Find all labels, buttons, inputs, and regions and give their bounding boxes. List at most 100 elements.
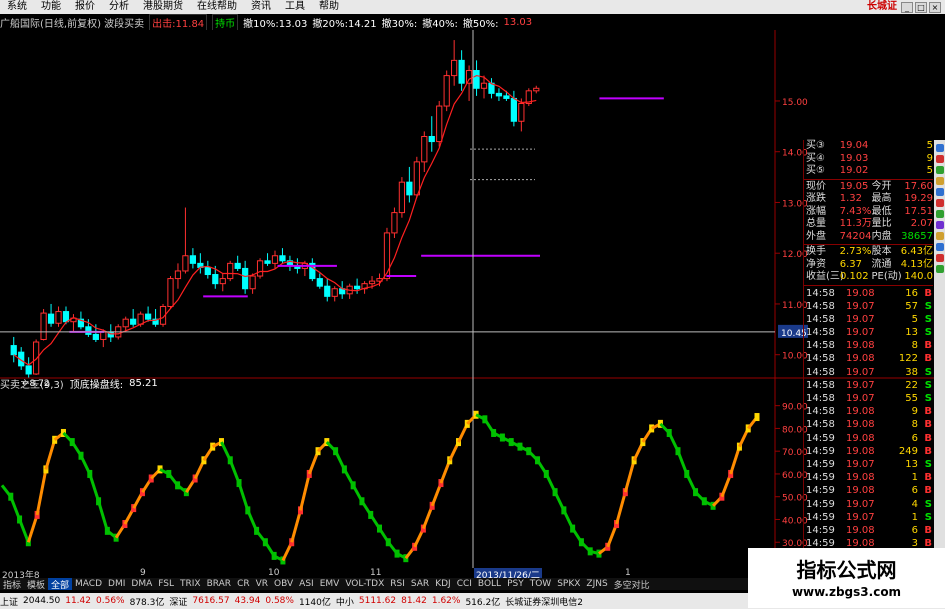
toolbar-icon-11[interactable]	[935, 254, 944, 262]
candle-body	[465, 70, 473, 84]
indicator-tab-0[interactable]: 指标	[0, 578, 24, 591]
indicator-tab-8[interactable]: BRAR	[204, 579, 234, 589]
quote-v2: 17.51	[904, 205, 933, 217]
indicator-tab-3[interactable]: MACD	[72, 579, 105, 589]
status-item-9: 1140亿	[298, 597, 331, 608]
trade-row: 14:59 19.08 1 B	[804, 471, 933, 484]
indicator-tab-16[interactable]: SAR	[408, 579, 432, 589]
indicator-tab-5[interactable]: DMA	[128, 579, 155, 589]
indicator-tab-9[interactable]: CR	[234, 579, 253, 589]
menu-item-2[interactable]: 报价	[68, 0, 102, 14]
candle-body	[428, 135, 435, 143]
trade-t: 14:59	[806, 498, 835, 510]
indicator-tab-21[interactable]: TOW	[527, 579, 554, 589]
indicator-tab-14[interactable]: VOL-TDX	[342, 579, 387, 589]
trade-bs: S	[924, 366, 932, 378]
quote-row: 总量 11.3万 量比 2.07	[804, 218, 933, 231]
indicator-tab-13[interactable]: EMV	[317, 579, 343, 589]
candle-body	[406, 181, 413, 196]
candle-body	[204, 266, 211, 276]
menu-item-3[interactable]: 分析	[102, 0, 136, 14]
toolbar-icon-5[interactable]	[935, 188, 944, 196]
osc-segment	[237, 482, 250, 511]
menu-item-8[interactable]: 帮助	[312, 0, 346, 14]
toolbar-icon-7[interactable]	[935, 210, 944, 218]
trade-bs: S	[924, 458, 932, 470]
indicator-tab-12[interactable]: ASI	[296, 579, 317, 589]
quote-v2: 9	[926, 152, 934, 164]
quote-divider	[804, 284, 933, 286]
indicator-tab-6[interactable]: FSL	[155, 579, 177, 589]
maximize-icon[interactable]: □	[915, 1, 927, 13]
candle-body	[144, 313, 152, 320]
status-item-13: 1.62%	[431, 596, 461, 606]
toolbar-icon-2[interactable]	[935, 155, 944, 163]
trade-t: 14:59	[806, 445, 835, 457]
trade-p: 19.08	[846, 445, 875, 457]
indicator-tab-19[interactable]: BOLL	[475, 579, 504, 589]
info-stop10: 撤10%:13.03	[243, 18, 308, 30]
trade-vol: 122	[898, 353, 918, 365]
toolbar-icon-10[interactable]	[935, 243, 944, 251]
trade-row: 14:59 19.07 4S	[804, 498, 933, 511]
toolbar-icon-3[interactable]	[935, 166, 944, 174]
menu-item-7[interactable]: 工具	[278, 0, 312, 14]
indicator-tab-4[interactable]: DMI	[105, 579, 128, 589]
close-icon[interactable]: ×	[929, 1, 941, 13]
indicator-tab-18[interactable]: CCI	[454, 579, 475, 589]
candle-body	[331, 288, 338, 297]
status-item-8: 0.58%	[265, 596, 294, 606]
trade-bs: B	[924, 524, 932, 536]
quote-v2: 19.29	[904, 193, 934, 204]
toolbar-icon-1[interactable]	[935, 144, 944, 152]
menu-item-5[interactable]: 在线帮助	[190, 0, 244, 14]
menu-item-1[interactable]: 功能	[34, 0, 68, 14]
candle-body	[122, 318, 129, 328]
candle-body	[279, 255, 286, 262]
status-item-3: 0.56%	[96, 596, 125, 606]
indicator-tab-11[interactable]: OBV	[271, 579, 296, 589]
candle-body	[391, 212, 398, 234]
quote-v2: 4.13亿	[900, 258, 934, 270]
indicator-tab-15[interactable]: RSI	[387, 579, 408, 589]
toolbar-icon-12[interactable]	[935, 265, 944, 273]
osc-segment	[35, 469, 48, 516]
menu-item-6[interactable]: 资讯	[244, 0, 278, 14]
trade-p: 19.07	[846, 379, 875, 391]
quote-row: 换手 2.73% 股本 6.43亿	[804, 246, 933, 259]
quote-lbl: 净资	[806, 258, 826, 270]
indicator-tab-22[interactable]: SPKX	[554, 579, 583, 589]
toolbar-icon-4[interactable]	[935, 177, 944, 185]
indicator-tab-1[interactable]: 模板	[24, 578, 48, 591]
status-item-6: 7616.57	[192, 596, 230, 606]
info-hold: 持币	[212, 14, 239, 30]
trade-vol: 8	[911, 419, 918, 431]
toolbar-icon-8[interactable]	[935, 221, 944, 229]
indicator-tab-10[interactable]: VR	[253, 579, 271, 589]
quote-v2: 2.07	[910, 218, 933, 229]
trade-vol: 22	[905, 379, 918, 391]
menu-item-0[interactable]: 系统	[0, 0, 34, 14]
quote-v2: 6.43亿	[900, 246, 933, 257]
toolbar-icon-6[interactable]	[935, 199, 944, 207]
indicator-tab-7[interactable]: TRIX	[177, 579, 204, 589]
status-item-10: 中小	[335, 597, 354, 608]
indicator-tab-23[interactable]: ZJNS	[583, 579, 610, 589]
toolbar-icon-9[interactable]	[935, 232, 944, 240]
candle-body	[271, 255, 279, 264]
date-tick: 10	[268, 568, 280, 578]
trade-vol: 8	[911, 340, 918, 352]
candle-body	[55, 311, 62, 324]
minimize-icon[interactable]: _	[901, 1, 913, 13]
candle-body	[354, 285, 361, 290]
indicator-tab-17[interactable]: KDJ	[432, 579, 454, 589]
trade-bs: B	[924, 340, 932, 352]
trade-p: 19.08	[846, 419, 875, 431]
candle-body	[451, 59, 458, 77]
indicator-tab-20[interactable]: PSY	[504, 579, 527, 589]
menu-item-4[interactable]: 港股期货	[136, 0, 190, 14]
osc-segment	[44, 439, 57, 470]
indicator-tab-24[interactable]: 多空对比	[611, 578, 653, 591]
indicator-tab-2[interactable]: 全部	[48, 578, 73, 590]
quote-v2: 17.60	[904, 180, 934, 192]
